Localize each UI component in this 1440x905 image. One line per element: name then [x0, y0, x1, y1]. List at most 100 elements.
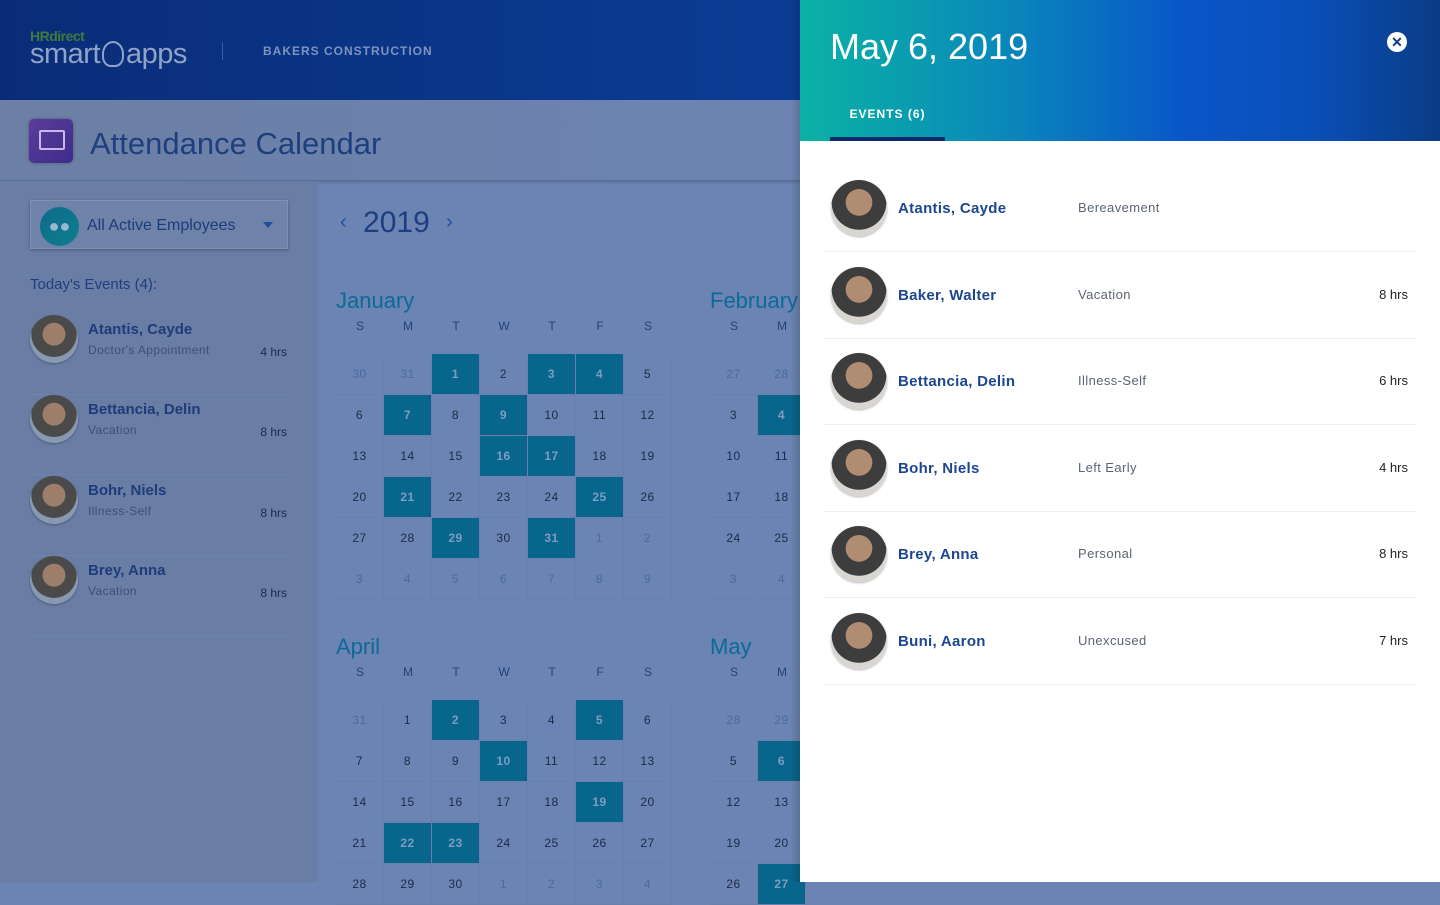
calendar-day[interactable]: 24	[710, 518, 758, 559]
calendar-day[interactable]: 27	[710, 354, 758, 395]
calendar-day-event[interactable]: 31	[528, 518, 576, 559]
calendar-day[interactable]: 5	[710, 741, 758, 782]
calendar-day-event[interactable]: 25	[576, 477, 624, 518]
calendar-day[interactable]: 6	[480, 559, 528, 600]
calendar-day-event[interactable]: 10	[480, 741, 528, 782]
calendar-day[interactable]: 30	[432, 864, 480, 905]
calendar-day[interactable]: 2	[528, 864, 576, 905]
calendar-day[interactable]: 31	[336, 700, 384, 741]
calendar-day[interactable]: 11	[576, 395, 624, 436]
calendar-day[interactable]: 1	[576, 518, 624, 559]
calendar-day-event[interactable]: 16	[480, 436, 528, 477]
calendar-day[interactable]: 15	[384, 782, 432, 823]
calendar-day[interactable]: 26	[710, 864, 758, 905]
calendar-day-event[interactable]: 3	[528, 354, 576, 395]
calendar-day[interactable]: 12	[624, 395, 672, 436]
calendar-day-event[interactable]: 1	[432, 354, 480, 395]
calendar-day[interactable]: 18	[576, 436, 624, 477]
calendar-day[interactable]: 24	[528, 477, 576, 518]
calendar-day[interactable]: 5	[624, 354, 672, 395]
calendar-day[interactable]: 18	[528, 782, 576, 823]
calendar-day[interactable]: 7	[336, 741, 384, 782]
calendar-day[interactable]: 30	[480, 518, 528, 559]
tab-events[interactable]: EVENTS (6)	[830, 98, 945, 141]
chevron-left-icon[interactable]: ‹	[340, 211, 347, 234]
calendar-day-event[interactable]: 2	[432, 700, 480, 741]
calendar-day[interactable]: 27	[336, 518, 384, 559]
employee-name[interactable]: Bettancia, Delin	[898, 373, 1015, 390]
calendar-day-event[interactable]: 4	[576, 354, 624, 395]
calendar-day[interactable]: 19	[624, 436, 672, 477]
calendar-day[interactable]: 21	[336, 823, 384, 864]
calendar-day[interactable]: 13	[336, 436, 384, 477]
calendar-day-event[interactable]: 19	[576, 782, 624, 823]
calendar-day[interactable]: 4	[384, 559, 432, 600]
calendar-day-event[interactable]: 5	[576, 700, 624, 741]
calendar-day[interactable]: 2	[480, 354, 528, 395]
today-event-item[interactable]: Bettancia, Delin Vacation 8 hrs	[30, 395, 287, 475]
panel-event-row[interactable]: Baker, Walter Vacation 8 hrs	[824, 252, 1416, 339]
employee-name[interactable]: Bohr, Niels	[898, 460, 980, 477]
calendar-day-event[interactable]: 23	[432, 823, 480, 864]
calendar-day-event[interactable]: 29	[432, 518, 480, 559]
calendar-day[interactable]: 10	[528, 395, 576, 436]
calendar-day[interactable]: 14	[384, 436, 432, 477]
panel-event-row[interactable]: Bettancia, Delin Illness-Self 6 hrs	[824, 338, 1416, 425]
calendar-day[interactable]: 30	[336, 354, 384, 395]
calendar-day[interactable]: 23	[480, 477, 528, 518]
calendar-day[interactable]: 19	[710, 823, 758, 864]
employee-name[interactable]: Brey, Anna	[898, 546, 979, 563]
calendar-day-event[interactable]: 7	[384, 395, 432, 436]
calendar-day-event[interactable]: 17	[528, 436, 576, 477]
calendar-day[interactable]: 13	[624, 741, 672, 782]
calendar-day-event[interactable]: 21	[384, 477, 432, 518]
calendar-day[interactable]: 6	[336, 395, 384, 436]
calendar-day[interactable]: 7	[528, 559, 576, 600]
calendar-day[interactable]: 3	[710, 559, 758, 600]
employee-name[interactable]: Buni, Aaron	[898, 633, 986, 650]
calendar-day[interactable]: 3	[710, 395, 758, 436]
calendar-day[interactable]: 26	[576, 823, 624, 864]
employee-name[interactable]: Atantis, Cayde	[898, 200, 1006, 217]
calendar-day[interactable]: 8	[576, 559, 624, 600]
panel-event-row[interactable]: Brey, Anna Personal 8 hrs	[824, 511, 1416, 598]
calendar-day[interactable]: 4	[624, 864, 672, 905]
calendar-day[interactable]: 3	[480, 700, 528, 741]
calendar-day[interactable]: 24	[480, 823, 528, 864]
calendar-day[interactable]: 6	[624, 700, 672, 741]
calendar-day-event[interactable]: 22	[384, 823, 432, 864]
employee-filter-dropdown[interactable]: ●● All Active Employees	[30, 200, 288, 249]
calendar-day[interactable]: 4	[528, 700, 576, 741]
calendar-day[interactable]: 31	[384, 354, 432, 395]
calendar-day[interactable]: 15	[432, 436, 480, 477]
panel-event-row[interactable]: Buni, Aaron Unexcused 7 hrs	[824, 598, 1416, 685]
today-event-item[interactable]: Bohr, Niels Illness-Self 8 hrs	[30, 476, 287, 556]
calendar-day[interactable]: 3	[576, 864, 624, 905]
today-event-item[interactable]: Atantis, Cayde Doctor's Appointment 4 hrs	[30, 315, 287, 395]
calendar-day[interactable]: 10	[710, 436, 758, 477]
calendar-day[interactable]: 22	[432, 477, 480, 518]
close-icon[interactable]: ✕	[1387, 32, 1407, 52]
calendar-day[interactable]: 20	[624, 782, 672, 823]
calendar-day[interactable]: 8	[384, 741, 432, 782]
calendar-day[interactable]: 20	[336, 477, 384, 518]
calendar-day[interactable]: 9	[432, 741, 480, 782]
chevron-right-icon[interactable]: ›	[446, 211, 453, 234]
calendar-day[interactable]: 1	[480, 864, 528, 905]
calendar-day[interactable]: 17	[480, 782, 528, 823]
calendar-day[interactable]: 26	[624, 477, 672, 518]
calendar-day[interactable]: 2	[624, 518, 672, 559]
calendar-day[interactable]: 28	[710, 700, 758, 741]
calendar-day[interactable]: 14	[336, 782, 384, 823]
calendar-day[interactable]: 17	[710, 477, 758, 518]
calendar-day[interactable]: 16	[432, 782, 480, 823]
employee-name[interactable]: Baker, Walter	[898, 287, 996, 304]
calendar-day[interactable]: 11	[528, 741, 576, 782]
today-event-item[interactable]: Brey, Anna Vacation 8 hrs	[30, 556, 287, 636]
panel-event-row[interactable]: Atantis, Cayde Bereavement	[824, 165, 1416, 252]
panel-event-row[interactable]: Bohr, Niels Left Early 4 hrs	[824, 425, 1416, 512]
calendar-day[interactable]: 12	[576, 741, 624, 782]
calendar-day[interactable]: 8	[432, 395, 480, 436]
calendar-day[interactable]: 9	[624, 559, 672, 600]
calendar-day[interactable]: 1	[384, 700, 432, 741]
